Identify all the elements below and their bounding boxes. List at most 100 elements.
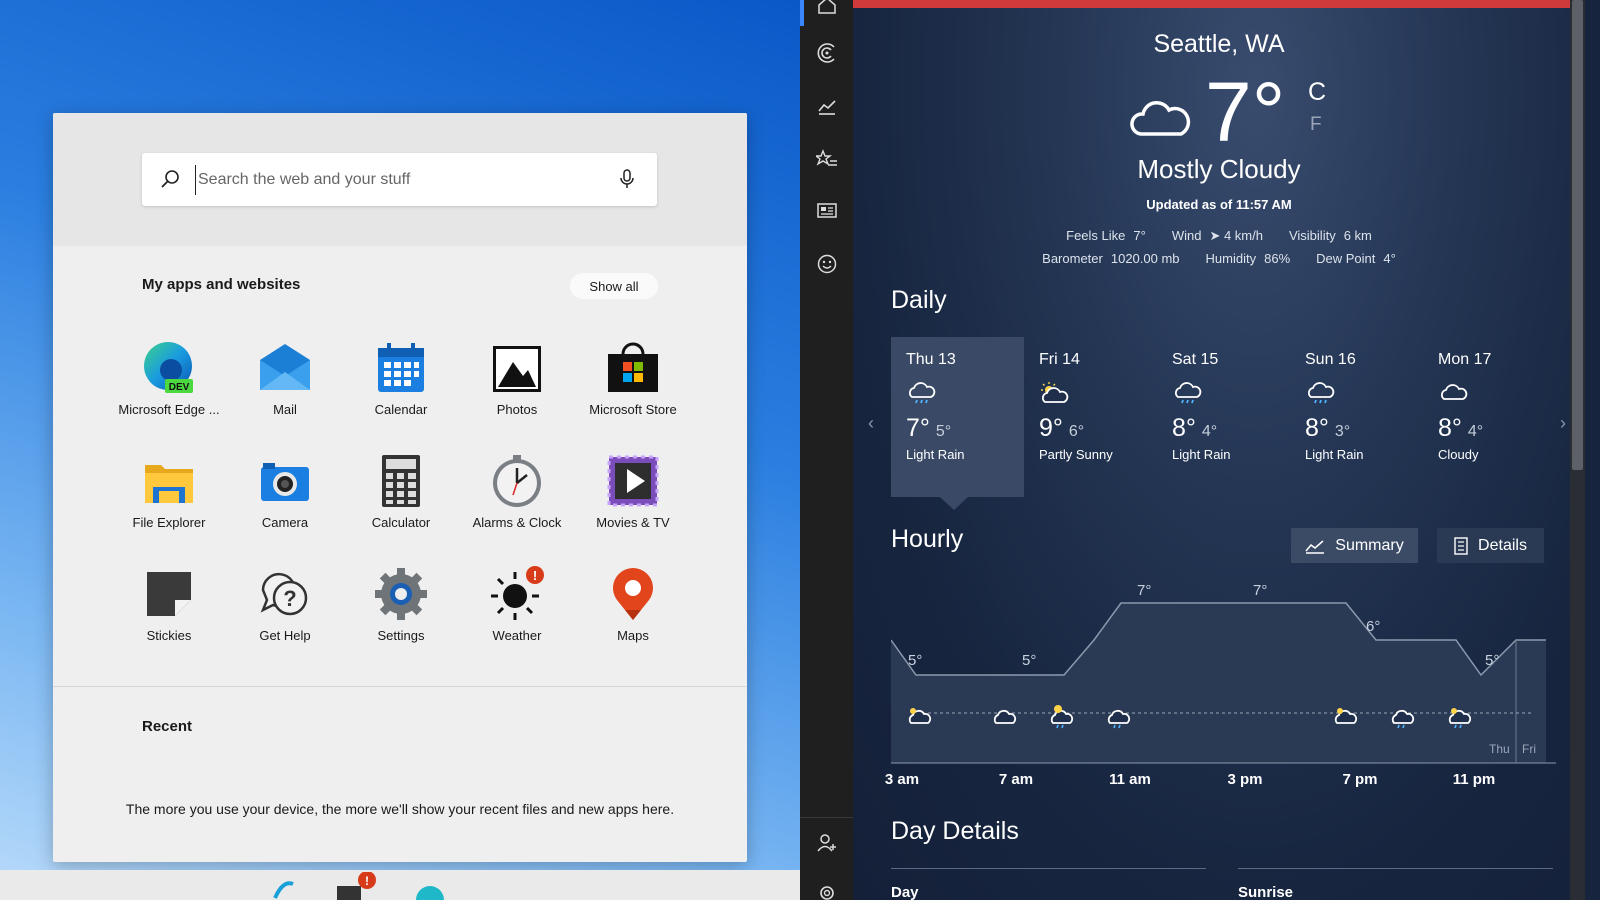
- app-label: Calculator: [371, 515, 431, 530]
- feedback-smiley-icon[interactable]: [816, 253, 838, 275]
- app-label: Microsoft Edge ...: [118, 402, 220, 417]
- historical-chart-icon[interactable]: [816, 95, 838, 117]
- hourly-time-label: 7 pm: [1342, 771, 1378, 788]
- day-low: 4°: [1201, 423, 1218, 440]
- section-divider: [53, 686, 747, 687]
- app-tile-calendar[interactable]: Calendar: [343, 338, 459, 451]
- day-card-sat[interactable]: Sat 15 8° 4° Light Rain: [1157, 337, 1290, 497]
- day-card-sun[interactable]: Sun 16 8° 3° Light Rain: [1290, 337, 1423, 497]
- day-name: Mon 17: [1438, 351, 1492, 368]
- app-tile-file-explorer[interactable]: File Explorer: [111, 451, 227, 564]
- show-all-button[interactable]: Show all: [570, 273, 658, 299]
- app-tile-calculator[interactable]: Calculator: [343, 451, 459, 564]
- hourly-moon-icon: [910, 708, 916, 714]
- hourly-temp-label: 6°: [1366, 618, 1380, 635]
- start-search-panel: My apps and websites Show all DEV Micros…: [53, 113, 747, 862]
- details-label: Details: [1478, 536, 1527, 554]
- day-card-mon[interactable]: Mon 17 8° 4° Cloudy: [1423, 337, 1556, 497]
- microphone-icon[interactable]: [615, 167, 639, 191]
- account-icon[interactable]: [816, 832, 838, 854]
- app-tile-camera[interactable]: Camera: [227, 451, 343, 564]
- day-low: 5°: [935, 423, 952, 440]
- app-tile-weather[interactable]: ! Weather: [459, 564, 575, 677]
- unit-celsius-toggle[interactable]: C: [1308, 78, 1326, 107]
- app-grid: DEV Microsoft Edge ... Mail Calendar Pho…: [111, 338, 691, 677]
- app-label: Microsoft Store: [589, 402, 677, 417]
- news-icon[interactable]: [816, 199, 838, 221]
- nav-separator: [800, 817, 853, 818]
- hourly-section-title: Hourly: [891, 525, 964, 553]
- app-tile-maps[interactable]: Maps: [575, 564, 691, 677]
- map-pin-icon: [613, 568, 653, 620]
- forecast-radar-icon[interactable]: [816, 42, 838, 64]
- hourly-time-label: 7 am: [998, 771, 1034, 788]
- day-details-sunrise-label: Sunrise: [1238, 884, 1294, 900]
- daily-prev-arrow[interactable]: ‹: [868, 413, 874, 434]
- home-icon[interactable]: [816, 0, 838, 16]
- taskbar: !: [0, 870, 800, 900]
- app-label: Camera: [261, 515, 309, 530]
- alert-banner[interactable]: [853, 0, 1570, 8]
- app-label: Mail: [273, 402, 297, 417]
- app-tile-mail[interactable]: Mail: [227, 338, 343, 451]
- hourly-temp-label: 7°: [1137, 585, 1151, 599]
- details-row-1: Feels Like 7° Wind ➤ 4 km/h Visibility 6 km: [853, 228, 1585, 244]
- taskbar-icons: !: [273, 872, 444, 900]
- photos-icon: [493, 346, 541, 392]
- day-high: 8°: [1305, 414, 1329, 442]
- help-icon: ?: [260, 572, 308, 616]
- settings-gear-icon[interactable]: [816, 882, 838, 900]
- day-low: 6°: [1068, 423, 1085, 440]
- day-details-divider: [891, 868, 1206, 869]
- unit-fahrenheit-toggle[interactable]: F: [1310, 114, 1322, 136]
- daily-forecast-strip: Thu 13 7° 5° Light Rain Fri 14 9° 6° Partl…: [891, 337, 1556, 497]
- weather-badge: !: [533, 568, 537, 583]
- summary-button[interactable]: Summary: [1291, 528, 1418, 563]
- app-label: Photos: [496, 402, 538, 417]
- hourly-sun-icon: [1054, 705, 1062, 713]
- svg-text:!: !: [365, 874, 369, 888]
- search-box[interactable]: [142, 153, 657, 206]
- day-marker-thu: Thu: [1489, 742, 1510, 756]
- app-tile-settings[interactable]: Settings: [343, 564, 459, 677]
- weather-sun-icon: !: [491, 566, 544, 620]
- sunrise-divider: [1238, 868, 1553, 869]
- current-temperature: 7°: [1205, 65, 1286, 159]
- hourly-temp-label: 7°: [1253, 585, 1267, 599]
- detail-feels-like: Feels Like 7°: [1066, 228, 1146, 243]
- app-tile-stickies[interactable]: Stickies: [111, 564, 227, 677]
- app-label: Get Help: [259, 628, 311, 643]
- recent-section-title: Recent: [142, 718, 193, 735]
- hourly-temp-label: 5°: [1022, 652, 1036, 669]
- detail-visibility: Visibility 6 km: [1288, 228, 1372, 243]
- day-card-fri[interactable]: Fri 14 9° 6° Partly Sunny: [1024, 337, 1157, 497]
- app-tile-alarms-clock[interactable]: Alarms & Clock: [459, 451, 575, 564]
- search-input[interactable]: [195, 165, 595, 195]
- details-row-2: Barometer 1020.00 mb Humidity 86% Dew Poin…: [853, 251, 1585, 266]
- current-condition: Mostly Cloudy: [1137, 154, 1301, 184]
- app-tile-photos[interactable]: Photos: [459, 338, 575, 451]
- favorites-star-icon[interactable]: [816, 148, 838, 170]
- calculator-icon: [382, 455, 420, 507]
- day-details-day-label: Day: [891, 884, 919, 900]
- app-tile-store[interactable]: Microsoft Store: [575, 338, 691, 451]
- hourly-temp-label: 5°: [1485, 652, 1499, 669]
- day-name: Thu 13: [906, 351, 956, 368]
- day-name: Sat 15: [1172, 351, 1219, 368]
- rain-icon: [909, 382, 936, 404]
- camera-icon: [261, 463, 309, 501]
- app-tile-edge[interactable]: DEV Microsoft Edge ...: [111, 338, 227, 451]
- gear-icon: [375, 568, 427, 620]
- details-button[interactable]: Details: [1437, 528, 1544, 563]
- rain-icon: [1308, 382, 1335, 404]
- desktop-wallpaper: My apps and websites Show all DEV Micros…: [0, 0, 800, 900]
- edge-dev-icon: DEV: [144, 342, 193, 393]
- app-tile-movies-tv[interactable]: Movies & TV: [575, 451, 691, 564]
- search-header: [53, 113, 747, 246]
- detail-wind: Wind ➤ 4 km/h: [1171, 228, 1263, 243]
- edge-badge: DEV: [169, 382, 190, 393]
- day-card-thu[interactable]: Thu 13 7° 5° Light Rain: [891, 337, 1024, 497]
- daily-next-arrow[interactable]: ›: [1560, 413, 1566, 434]
- detail-barometer: Barometer 1020.00 mb: [1042, 251, 1180, 266]
- app-tile-get-help[interactable]: ? Get Help: [227, 564, 343, 677]
